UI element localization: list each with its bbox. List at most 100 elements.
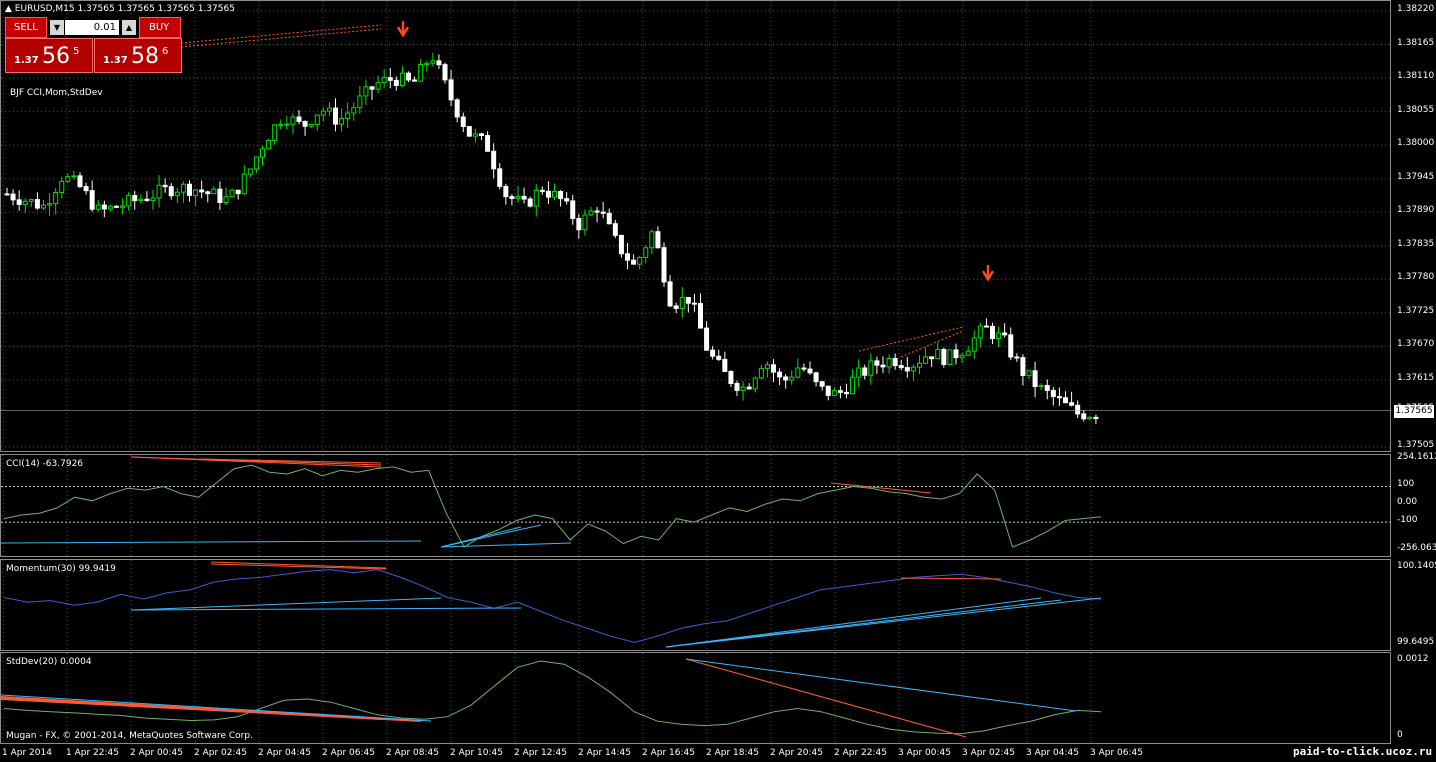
candle-body <box>217 188 223 203</box>
candle-body <box>1075 404 1081 415</box>
candle-body <box>771 364 776 373</box>
candle-body <box>174 191 180 197</box>
candle-body <box>1056 396 1062 399</box>
time-tick-label: 2 Apr 08:45 <box>386 748 439 758</box>
candle-body <box>412 79 418 82</box>
candle-body <box>1002 332 1008 336</box>
down-arrow-signal <box>396 21 410 38</box>
lot-increase-button[interactable]: ▲ <box>122 20 136 35</box>
time-tick-label: 1 Apr 22:45 <box>66 748 119 758</box>
candle-body <box>716 355 722 360</box>
divergence-line <box>440 542 572 548</box>
price-tick-label: 1.37780 <box>1397 272 1435 283</box>
candle-body <box>284 123 290 126</box>
candle-body <box>661 247 667 283</box>
price-tick-label: 1.37615 <box>1397 372 1435 383</box>
candle-body <box>618 234 624 255</box>
candle-body <box>339 117 345 125</box>
candle-body <box>71 175 77 178</box>
divergence-line <box>665 597 1042 648</box>
candle-body <box>552 191 557 198</box>
price-tick-label: 1.38000 <box>1397 138 1435 149</box>
candle-body <box>740 386 746 391</box>
lot-decrease-button[interactable]: ▼ <box>50 20 64 35</box>
candle-body <box>935 348 941 360</box>
candle-body <box>515 195 521 199</box>
candle-body <box>941 348 947 365</box>
candle-body <box>673 305 679 309</box>
time-tick-label: 3 Apr 02:45 <box>962 748 1015 758</box>
price-tick-label: 1.37670 <box>1397 339 1435 350</box>
candle-body <box>430 60 436 64</box>
divergence-line <box>685 658 1077 712</box>
candle-body <box>880 364 886 368</box>
candle-body <box>539 189 545 192</box>
sell-button[interactable]: SELL <box>5 17 47 38</box>
time-tick-label: 2 Apr 10:45 <box>450 748 503 758</box>
candle-body <box>655 231 661 249</box>
indicator-tick-label: -100 <box>1397 515 1418 526</box>
main-chart-pane[interactable] <box>0 0 1391 452</box>
buy-button[interactable]: BUY <box>139 17 181 38</box>
candle-body <box>545 190 551 198</box>
lot-size-input[interactable]: 0.01 <box>65 20 119 35</box>
stddev-pane[interactable]: StdDev(20) 0.0004 Mugan - FX, © 2001-201… <box>0 652 1391 744</box>
watermark-text: paid-to-click.ucoz.ru <box>1293 745 1433 758</box>
candle-body <box>649 231 655 249</box>
candle-body <box>722 358 728 373</box>
candle-body <box>679 297 685 309</box>
candle-body <box>892 357 898 367</box>
candle-body <box>807 368 813 374</box>
candle-body <box>229 189 235 198</box>
candle-body <box>101 204 107 210</box>
time-tick-label: 3 Apr 04:45 <box>1026 748 1079 758</box>
candle-body <box>424 62 430 66</box>
time-tick-label: 2 Apr 22:45 <box>834 748 887 758</box>
candle-body <box>923 356 929 364</box>
candle-body <box>1063 397 1068 404</box>
candle-body <box>625 253 630 261</box>
candle-body <box>1050 389 1056 398</box>
candle-body <box>436 60 442 66</box>
price-tick-label: 1.37890 <box>1397 205 1435 216</box>
momentum-title: Momentum(30) 99.9419 <box>6 564 116 574</box>
indicator-tick-label: 254.1612 <box>1397 452 1436 462</box>
divergence-line <box>1 540 422 544</box>
candle-body <box>241 173 247 195</box>
price-tick-label: 1.37945 <box>1397 171 1435 182</box>
menu-triangle-icon[interactable]: ▲ <box>5 4 12 14</box>
candle-body <box>59 180 65 193</box>
sell-price-box[interactable]: 1.37 56 5 <box>5 38 93 73</box>
time-tick-label: 3 Apr 06:45 <box>1090 748 1143 758</box>
candle-body <box>333 107 338 125</box>
candle-body <box>205 191 211 195</box>
candle-body <box>746 386 752 390</box>
candle-body <box>856 367 862 378</box>
candle-body <box>132 195 138 202</box>
candle-body <box>600 211 606 214</box>
candle-body <box>320 110 326 116</box>
candle-body <box>910 366 916 372</box>
divergence-line <box>130 607 522 611</box>
candle-body <box>947 349 953 365</box>
candle-body <box>272 124 278 141</box>
candle-body <box>442 64 448 81</box>
candle-body <box>795 367 801 378</box>
indicator-tick-label: 99.6495 <box>1397 637 1435 647</box>
candle-body <box>764 364 770 369</box>
momentum-pane[interactable]: Momentum(30) 99.9419 <box>0 559 1391 651</box>
candle-body <box>783 376 789 381</box>
indicator-series-line <box>3 464 1102 548</box>
candle-body <box>929 356 935 360</box>
candle-body <box>126 195 132 207</box>
candle-body <box>138 198 144 202</box>
candle-body <box>582 214 588 231</box>
candle-body <box>606 212 612 225</box>
cci-pane[interactable]: CCI(14) -63.7926 <box>0 454 1391 557</box>
candle-body <box>399 72 405 86</box>
candle-body <box>387 77 393 81</box>
candle-body <box>1069 402 1075 406</box>
buy-price-box[interactable]: 1.37 58 6 <box>94 38 182 73</box>
candle-body <box>187 183 192 196</box>
time-tick-label: 2 Apr 20:45 <box>770 748 823 758</box>
